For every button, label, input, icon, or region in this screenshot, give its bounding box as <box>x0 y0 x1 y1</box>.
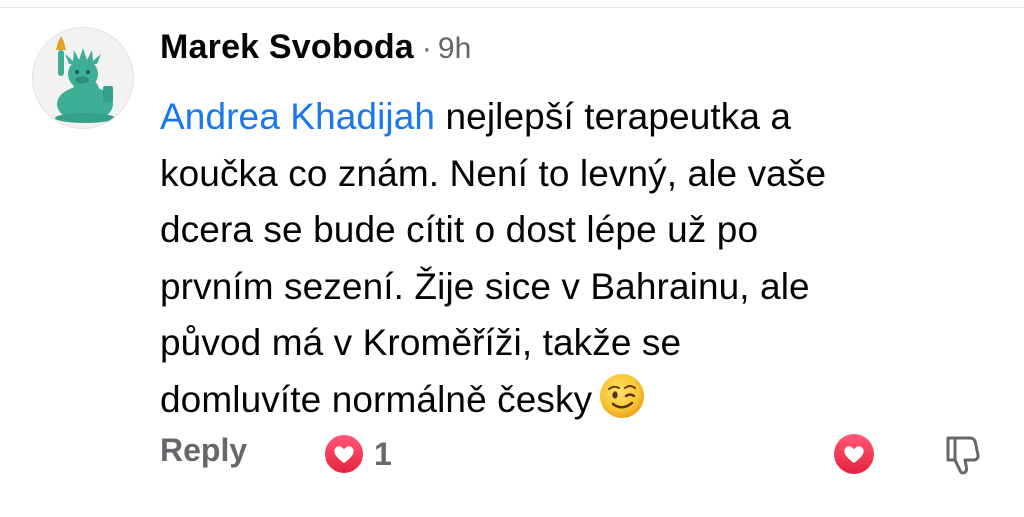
winking-face-emoji-icon <box>598 372 646 437</box>
comment-text: domluvíte normálně česky <box>160 378 593 420</box>
header-separator: · <box>421 32 432 65</box>
comment-line: dcera se bude cítit o dost lépe už po <box>160 209 759 250</box>
reaction-count: 1 <box>374 435 392 472</box>
reaction-summary[interactable]: 1 <box>322 432 392 476</box>
comment-text: nejlepší terapeutka a <box>435 96 792 137</box>
reply-button[interactable]: Reply <box>160 432 247 469</box>
comment-line: Andrea Khadijah nejlepší terapeutka a <box>160 89 1010 146</box>
top-divider <box>0 7 1024 8</box>
comment-line: prvním sezení. Žije sice v Bahrainu, ale <box>160 265 810 307</box>
statue-of-liberty-duck-icon <box>55 36 115 123</box>
comment-body: Andrea Khadijah nejlepší terapeutka a ko… <box>160 89 1010 428</box>
avatar[interactable] <box>32 27 134 129</box>
comment-timestamp[interactable]: 9h <box>438 32 471 65</box>
comment-header: Marek Svoboda · 9h <box>160 28 471 78</box>
dislike-button[interactable] <box>938 430 986 483</box>
comment-line: původ má v Kroměříži, takže se <box>160 322 682 363</box>
author-name[interactable]: Marek Svoboda <box>160 28 414 66</box>
thumbs-down-icon <box>946 436 980 475</box>
mention-link[interactable]: Andrea Khadijah <box>160 96 435 137</box>
like-button[interactable] <box>832 432 876 481</box>
heart-icon <box>323 433 365 475</box>
comment-line: koučka co znám. Není to levný, ale vaše <box>160 152 827 194</box>
comment-line: domluvíte normálně česky <box>160 372 1010 429</box>
heart-icon <box>834 434 874 474</box>
